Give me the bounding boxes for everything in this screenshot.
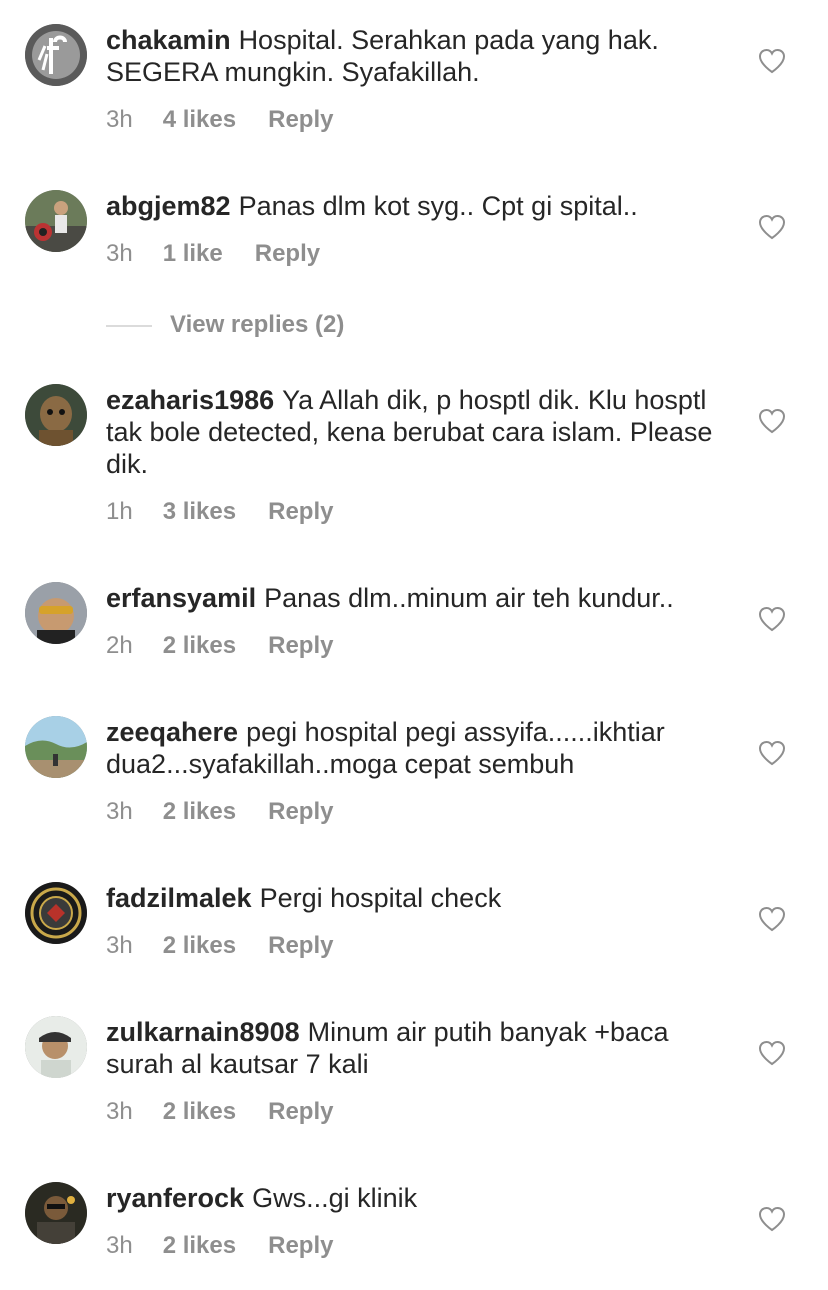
comment-body: Panas dlm kot syg.. Cpt gi spital.. (238, 191, 638, 221)
comment-time: 3h (106, 932, 133, 959)
comment-meta: 3h 2 likes Reply (106, 1098, 333, 1126)
comment-likes[interactable]: 2 likes (163, 1098, 236, 1126)
comment-time: 1h (106, 498, 133, 525)
heart-outline-icon[interactable] (758, 1206, 786, 1232)
avatar[interactable] (25, 190, 87, 252)
reply-button[interactable]: Reply (268, 632, 333, 660)
comment-username[interactable]: abgjem82 (106, 191, 231, 221)
heart-outline-icon[interactable] (758, 214, 786, 240)
comment-username[interactable]: zeeqahere (106, 717, 238, 747)
avatar[interactable] (25, 882, 87, 944)
comment-username[interactable]: ryanferock (106, 1183, 244, 1213)
comment-text: fadzilmalek Pergi hospital check (106, 882, 726, 914)
heart-outline-icon[interactable] (758, 48, 786, 74)
comment-meta: 1h 3 likes Reply (106, 498, 333, 526)
comment-text: ezaharis1986 Ya Allah dik, p hosptl dik. … (106, 384, 726, 480)
comment-meta: 3h 4 likes Reply (106, 106, 333, 134)
comment-username[interactable]: erfansyamil (106, 583, 256, 613)
view-replies-label[interactable]: View replies (2) (170, 310, 344, 340)
reply-button[interactable]: Reply (268, 932, 333, 960)
comment-text: ryanferock Gws...gi klinik (106, 1182, 726, 1214)
comment-text: erfansyamil Panas dlm..minum air teh kund… (106, 582, 726, 614)
comment-text: zulkarnain8908 Minum air putih banyak +ba… (106, 1016, 726, 1080)
comment-text: zeeqahere pegi hospital pegi assyifa.....… (106, 716, 726, 780)
avatar[interactable] (25, 582, 87, 644)
comment-username[interactable]: zulkarnain8908 (106, 1017, 300, 1047)
comment-time: 2h (106, 632, 133, 659)
reply-button[interactable]: Reply (268, 106, 333, 134)
comment-text: abgjem82 Panas dlm kot syg.. Cpt gi spita… (106, 190, 726, 222)
comment-username[interactable]: fadzilmalek (106, 883, 252, 913)
comment-likes[interactable]: 2 likes (163, 632, 236, 660)
comment-likes[interactable]: 3 likes (163, 498, 236, 526)
comment-time: 3h (106, 1232, 133, 1259)
heart-outline-icon[interactable] (758, 906, 786, 932)
comment-likes[interactable]: 1 like (163, 240, 223, 268)
avatar[interactable] (25, 384, 87, 446)
reply-button[interactable]: Reply (255, 240, 320, 268)
heart-outline-icon[interactable] (758, 408, 786, 434)
comment-likes[interactable]: 4 likes (163, 106, 236, 134)
comment-time: 3h (106, 240, 133, 267)
comment-body: Gws...gi klinik (252, 1183, 418, 1213)
avatar[interactable] (25, 24, 87, 86)
comment-body: Pergi hospital check (259, 883, 502, 913)
reply-button[interactable]: Reply (268, 1098, 333, 1126)
reply-button[interactable]: Reply (268, 1232, 333, 1260)
avatar[interactable] (25, 1016, 87, 1078)
comment-meta: 3h 2 likes Reply (106, 798, 333, 826)
comment-likes[interactable]: 2 likes (163, 1232, 236, 1260)
comment-time: 3h (106, 106, 133, 133)
comment-meta: 2h 2 likes Reply (106, 632, 333, 660)
reply-button[interactable]: Reply (268, 798, 333, 826)
comment-body: Panas dlm..minum air teh kundur.. (264, 583, 674, 613)
comment-meta: 3h 1 like Reply (106, 240, 320, 268)
comment-username[interactable]: chakamin (106, 25, 231, 55)
avatar[interactable] (25, 716, 87, 778)
heart-outline-icon[interactable] (758, 606, 786, 632)
comment-time: 3h (106, 1098, 133, 1125)
comment-time: 3h (106, 798, 133, 825)
view-replies-divider (106, 325, 152, 327)
avatar[interactable] (25, 1182, 87, 1244)
heart-outline-icon[interactable] (758, 740, 786, 766)
comment-likes[interactable]: 2 likes (163, 798, 236, 826)
comment-meta: 3h 2 likes Reply (106, 1232, 333, 1260)
reply-button[interactable]: Reply (268, 498, 333, 526)
comment-meta: 3h 2 likes Reply (106, 932, 333, 960)
comment-likes[interactable]: 2 likes (163, 932, 236, 960)
comment-username[interactable]: ezaharis1986 (106, 385, 274, 415)
comment-text: chakamin Hospital. Serahkan pada yang hak… (106, 24, 726, 88)
heart-outline-icon[interactable] (758, 1040, 786, 1066)
